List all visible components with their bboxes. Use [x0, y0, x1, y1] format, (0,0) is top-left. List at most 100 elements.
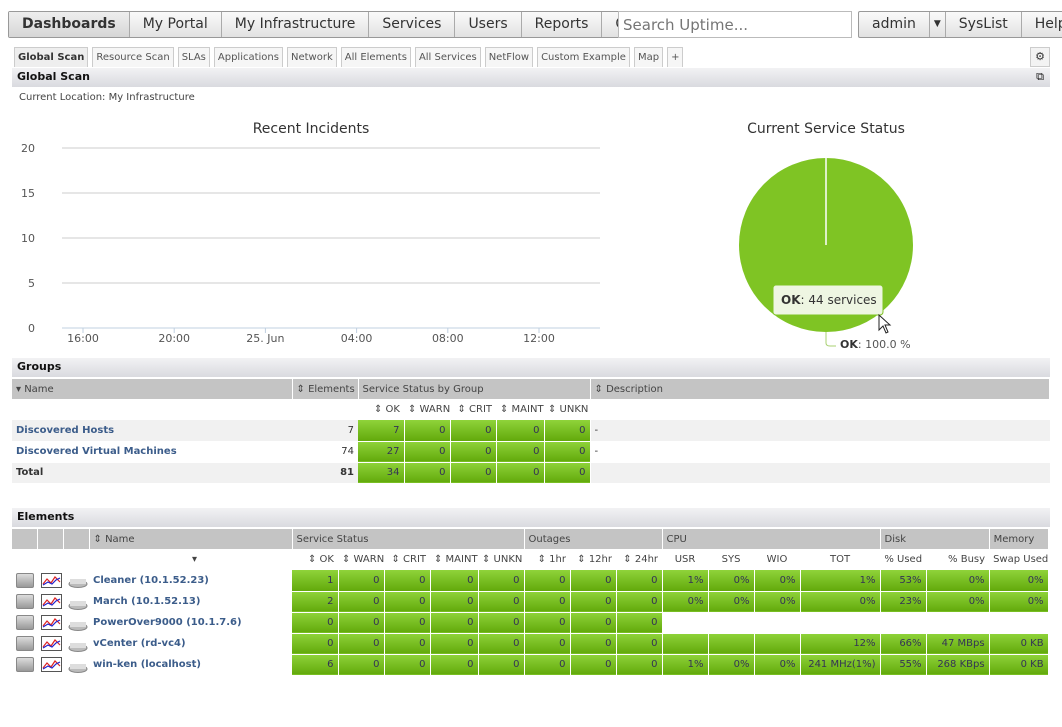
metric-warn[interactable]: 0 [338, 633, 385, 655]
sort-name-header[interactable]: ▾ Name [12, 379, 293, 399]
metric--busy[interactable]: 0% [926, 570, 990, 592]
metric-swap-used[interactable]: 0% [989, 570, 1049, 592]
gear-icon[interactable]: ⚙ [1030, 47, 1050, 67]
search-input[interactable] [618, 11, 852, 38]
folder-icon[interactable] [16, 572, 34, 588]
metric-ok[interactable]: 1 [292, 570, 339, 592]
metric-ok[interactable]: 6 [292, 654, 339, 676]
metric-swap-used[interactable]: 0 KB [989, 654, 1049, 676]
metric-warn[interactable]: 0 [338, 591, 385, 613]
metric-crit[interactable]: 0 [384, 633, 431, 655]
status-count-maint[interactable]: 0 [496, 462, 545, 484]
metric--used[interactable]: 23% [880, 591, 927, 613]
metric-usr[interactable]: 1% [662, 654, 709, 676]
status-count-ok[interactable]: 27 [358, 441, 405, 463]
metric-swap-used[interactable]: 0% [989, 591, 1049, 613]
metric-crit[interactable]: 0 [384, 654, 431, 676]
folder-icon[interactable] [16, 657, 34, 672]
metric-24hr[interactable]: 0 [616, 654, 663, 676]
metric-1hr[interactable]: 0 [524, 654, 571, 676]
metric-usr[interactable]: 1% [662, 570, 709, 592]
element-link[interactable]: March (10.1.52.13) [93, 596, 200, 607]
sort-desc-icon[interactable]: ▾ [89, 549, 292, 570]
element-link[interactable]: vCenter (rd-vc4) [93, 638, 186, 649]
metric-wio[interactable]: 0% [754, 591, 801, 613]
status-count-crit[interactable]: 0 [450, 462, 497, 484]
nav-users[interactable]: Users [455, 12, 522, 37]
folder-icon[interactable] [16, 615, 34, 630]
metric--busy[interactable]: 268 KBps [926, 654, 990, 676]
metric--used[interactable]: 66% [880, 633, 927, 655]
tab-global-scan[interactable]: Global Scan [14, 47, 89, 67]
metric-24hr[interactable]: 0 [616, 633, 663, 655]
folder-icon[interactable] [16, 636, 34, 651]
graph-icon[interactable] [41, 615, 62, 630]
col-warn[interactable]: ⇕ WARN [338, 549, 384, 570]
folder-icon[interactable] [16, 594, 34, 609]
status-count-unkn[interactable]: 0 [544, 462, 591, 484]
tab-applications[interactable]: Applications [213, 47, 283, 67]
metric-sys[interactable]: 0% [708, 654, 755, 676]
tab-all-elements[interactable]: All Elements [340, 47, 411, 67]
metric-tot[interactable]: 1% [800, 570, 881, 592]
metric--busy[interactable]: 47 MBps [926, 633, 990, 655]
tab-custom-example[interactable]: Custom Example [537, 47, 630, 67]
metric-1hr[interactable]: 0 [524, 591, 571, 613]
graph-icon[interactable] [41, 594, 62, 609]
metric--used[interactable]: 53% [880, 570, 927, 592]
metric-wio[interactable]: 0% [754, 654, 801, 676]
tab-resource-scan[interactable]: Resource Scan [92, 47, 174, 67]
sort-crit-header[interactable]: ⇕ CRIT [450, 399, 496, 420]
metric-maint[interactable]: 0 [430, 612, 479, 634]
metric--used[interactable]: 55% [880, 654, 927, 676]
sort-unkn-header[interactable]: ⇕ UNKN [544, 399, 590, 420]
metric-24hr[interactable]: 0 [616, 591, 663, 613]
metric-crit[interactable]: 0 [384, 591, 431, 613]
sort-description-header[interactable]: ⇕ Description [590, 379, 1050, 399]
status-count-warn[interactable]: 0 [404, 441, 451, 463]
col-24hr[interactable]: ⇕ 24hr [616, 549, 662, 570]
status-count-crit[interactable]: 0 [450, 441, 497, 463]
graph-icon[interactable] [41, 636, 62, 651]
tab-netflow[interactable]: NetFlow [484, 47, 534, 67]
status-count-maint[interactable]: 0 [496, 420, 545, 442]
metric-unkn[interactable]: 0 [478, 654, 525, 676]
metric-sys[interactable]: 0% [708, 570, 755, 592]
status-count-ok[interactable]: 34 [358, 462, 405, 484]
metric-12hr[interactable]: 0 [570, 570, 617, 592]
sort-elements-header[interactable]: ⇕ Elements [292, 379, 359, 399]
help-button[interactable]: Help [1022, 12, 1062, 37]
metric-ok[interactable]: 2 [292, 591, 339, 613]
status-count-maint[interactable]: 0 [496, 441, 545, 463]
element-link[interactable]: Cleaner (10.1.52.23) [93, 575, 209, 586]
metric-swap-used[interactable]: 0 KB [989, 633, 1049, 655]
metric-ok[interactable]: 0 [292, 612, 339, 634]
nav-my-infrastructure[interactable]: My Infrastructure [222, 12, 370, 37]
graph-icon[interactable] [41, 657, 62, 672]
tab-all-services[interactable]: All Services [414, 47, 481, 67]
metric-12hr[interactable]: 0 [570, 633, 617, 655]
status-count-warn[interactable]: 0 [404, 462, 451, 484]
sort-ok-header[interactable]: ⇕ OK [358, 399, 404, 420]
nav-dashboards[interactable]: Dashboards [9, 12, 130, 37]
tab-slas[interactable]: SLAs [177, 47, 210, 67]
col-1hr[interactable]: ⇕ 1hr [524, 549, 570, 570]
metric-maint[interactable]: 0 [430, 570, 479, 592]
metric-maint[interactable]: 0 [430, 633, 479, 655]
metric-crit[interactable]: 0 [384, 612, 431, 634]
metric-tot[interactable]: 241 MHz(1%) [800, 654, 881, 676]
sort-maint-header[interactable]: ⇕ MAINT [496, 399, 544, 420]
chevron-down-icon[interactable]: ▼ [930, 12, 946, 37]
group-link[interactable]: Discovered Hosts [16, 425, 114, 436]
status-count-crit[interactable]: 0 [450, 420, 497, 442]
status-count-warn[interactable]: 0 [404, 420, 451, 442]
metric-tot[interactable]: 0% [800, 591, 881, 613]
metric-wio[interactable] [754, 633, 801, 655]
status-count-ok[interactable]: 7 [358, 420, 405, 442]
col-crit[interactable]: ⇕ CRIT [384, 549, 430, 570]
graph-icon[interactable] [41, 572, 62, 588]
metric-1hr[interactable]: 0 [524, 633, 571, 655]
popout-icon[interactable]: ⧉ [1036, 70, 1044, 84]
metric-tot[interactable]: 12% [800, 633, 881, 655]
metric--busy[interactable]: 0% [926, 591, 990, 613]
